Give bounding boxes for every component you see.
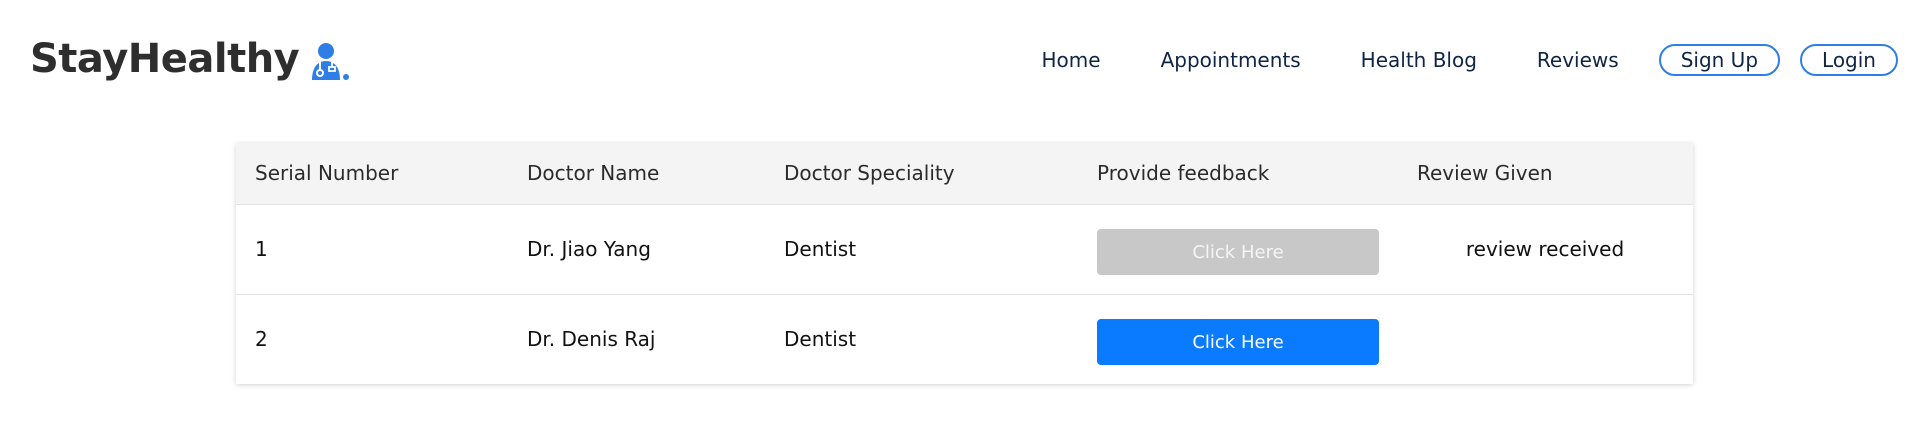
serial-number-cell: 2 (236, 293, 508, 384)
review-given-cell (1398, 293, 1693, 384)
header-doctor-speciality: Doctor Speciality (765, 143, 1078, 205)
signup-button[interactable]: Sign Up (1658, 44, 1781, 76)
doctor-name-cell: Dr. Denis Raj (508, 293, 765, 384)
speciality-cell: Dentist (784, 237, 857, 261)
doctor-name-cell: Dr. Jiao Yang (527, 237, 651, 261)
header-doctor-name: Doctor Name (508, 143, 765, 205)
speciality-cell: Dentist (765, 293, 1078, 384)
header-review-given: Review Given (1398, 143, 1693, 205)
table-row: 2 Dr. Denis Raj Dentist Click Here (236, 293, 1693, 384)
review-given-cell: review received (1465, 237, 1625, 261)
reviews-table: Serial Number Doctor Name Doctor Special… (236, 143, 1693, 384)
nav-link-appointments[interactable]: Appointments (1161, 48, 1301, 72)
feedback-cell: Click Here (1078, 293, 1398, 384)
login-button[interactable]: Login (1800, 44, 1898, 76)
table-row: 1 Dr. Jiao Yang Dentist Click Here revie… (236, 204, 1693, 294)
feedback-button-disabled: Click Here (1097, 229, 1379, 275)
nav-links: Home Appointments Health Blog Reviews Si… (1042, 40, 1898, 80)
feedback-button[interactable]: Click Here (1097, 319, 1379, 366)
serial-number-cell: 1 (255, 237, 268, 261)
navbar: StayHealthy Home Appointments Health Blo… (0, 0, 1920, 120)
header-provide-feedback: Provide feedback (1078, 143, 1398, 205)
nav-link-reviews[interactable]: Reviews (1537, 48, 1619, 72)
nav-link-home[interactable]: Home (1042, 48, 1101, 72)
reviews-table-card: Serial Number Doctor Name Doctor Special… (236, 143, 1693, 384)
doctor-icon (312, 43, 350, 80)
brand-name: StayHealthy (30, 36, 300, 82)
feedback-cell: Click Here (1078, 204, 1398, 294)
brand-logo[interactable]: StayHealthy (30, 34, 351, 84)
table-header-row: Serial Number Doctor Name Doctor Special… (236, 143, 1693, 205)
nav-link-health-blog[interactable]: Health Blog (1361, 48, 1477, 72)
header-serial-number: Serial Number (236, 143, 508, 205)
